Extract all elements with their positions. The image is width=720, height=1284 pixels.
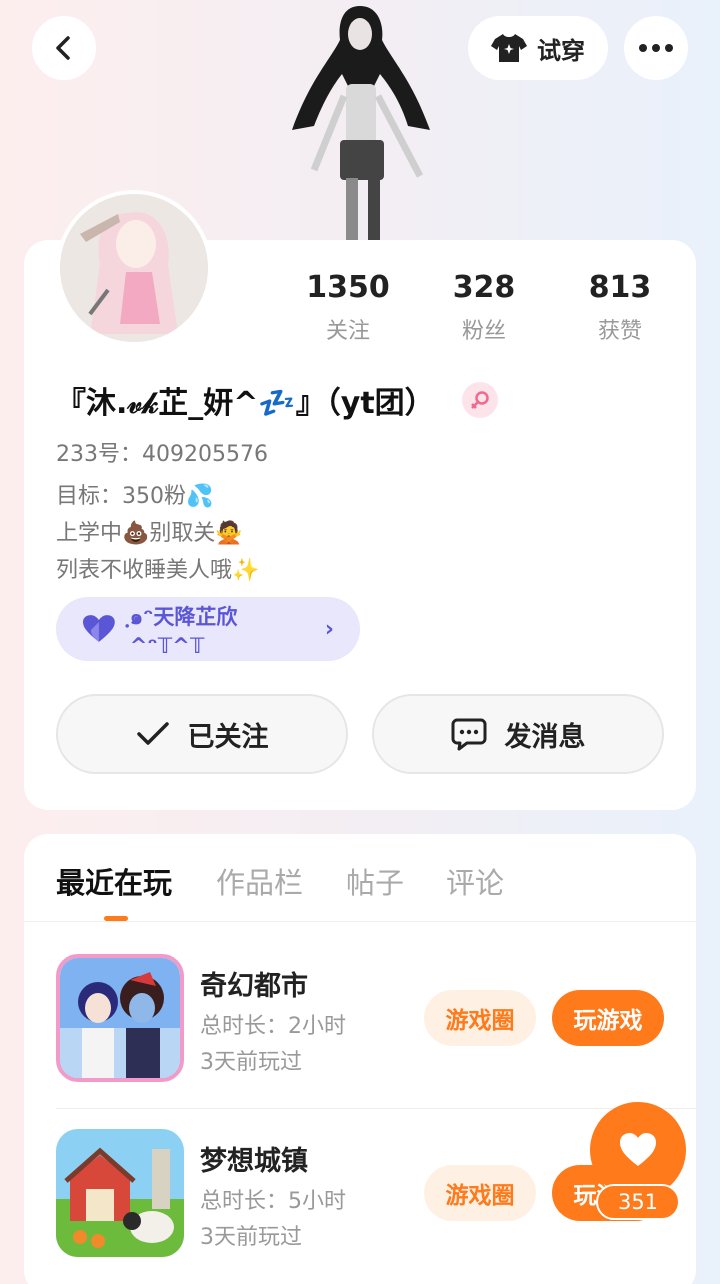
stat-following-label: 关注: [325, 319, 370, 344]
nickname: 『沐.𝓋𝓀芷_妍^💤』（yt团）: [56, 386, 435, 421]
game-icon[interactable]: [56, 1129, 184, 1257]
bio-line: 上学中💩别取关🙅: [56, 521, 243, 546]
game-duration: 总时长：2小时: [200, 1014, 346, 1039]
stat-fans-label: 粉丝: [461, 319, 506, 344]
avatar-3d-figure: [292, 6, 430, 242]
bio-line: 列表不收睡美人哦✨: [56, 558, 260, 583]
send-message-label: 发消息: [504, 721, 586, 753]
chat-bubble-icon: [451, 718, 486, 751]
back-button[interactable]: [32, 16, 96, 80]
game-icon[interactable]: [56, 954, 184, 1082]
stat-likes[interactable]: 813 获赞: [552, 270, 688, 345]
game-name: 梦想城镇: [200, 1146, 308, 1177]
shirt-icon: [491, 34, 527, 62]
stat-likes-value: 813: [588, 270, 652, 305]
stat-fans-value: 328: [452, 270, 516, 305]
send-message-button[interactable]: 发消息: [372, 694, 664, 774]
bio-line: 目标：350粉💦: [56, 484, 214, 509]
stat-following[interactable]: 1350 关注: [280, 270, 416, 345]
tab-works[interactable]: 作品栏: [216, 860, 303, 902]
game-circle-button[interactable]: 游戏圈: [424, 1165, 536, 1221]
game-last-played: 3天前玩过: [200, 1050, 302, 1075]
followed-button[interactable]: 已关注: [56, 694, 348, 774]
tab-comments[interactable]: 评论: [446, 860, 504, 902]
activity-card: 最近在玩 作品栏 帖子 评论 奇幻都市 总时长：2小时 3天前玩过 游戏圈 玩游…: [24, 834, 696, 1284]
stats-row: 1350 关注 328 粉丝 813 获赞: [280, 270, 688, 345]
stat-following-value: 1350: [306, 270, 390, 305]
stat-fans[interactable]: 328 粉丝: [416, 270, 552, 345]
tab-recently-played[interactable]: 最近在玩: [56, 860, 172, 902]
try-on-label: 试穿: [537, 36, 585, 65]
try-on-button[interactable]: 试穿: [468, 16, 608, 80]
game-name: 奇幻都市: [200, 971, 308, 1002]
like-count-badge: 351: [596, 1184, 680, 1220]
back-arrow-icon: [56, 36, 70, 60]
stat-likes-label: 获赞: [597, 319, 642, 344]
game-duration: 总时长：5小时: [200, 1189, 346, 1214]
tab-indicator: [104, 916, 128, 921]
play-game-button[interactable]: 玩游戏: [552, 990, 664, 1046]
more-button[interactable]: [624, 16, 688, 80]
game-last-played: 3天前玩过: [200, 1225, 302, 1250]
check-icon: [136, 722, 169, 745]
group-tag[interactable]: ฺ๑ᵔ天降芷欣^ᵔ𝕋^𝕋 ›: [56, 597, 360, 661]
group-tag-label: ฺ๑ᵔ天降芷欣^ᵔ𝕋^𝕋: [129, 604, 238, 658]
game-circle-button[interactable]: 游戏圈: [424, 990, 536, 1046]
more-dots-icon: [639, 44, 673, 52]
tab-bar: 最近在玩 作品栏 帖子 评论: [24, 834, 696, 922]
avatar[interactable]: [56, 190, 212, 346]
heart-icon: [620, 1133, 656, 1166]
bio: 目标：350粉💦 上学中💩别取关🙅 列表不收睡美人哦✨: [56, 478, 259, 589]
heart-badge-icon: [82, 615, 115, 642]
game-row[interactable]: 奇幻都市 总时长：2小时 3天前玩过 游戏圈 玩游戏: [24, 934, 696, 1106]
followed-label: 已关注: [187, 721, 269, 753]
chevron-right-icon: ›: [324, 616, 334, 642]
female-gender-icon: [462, 382, 498, 418]
user-id: 233号：409205576: [56, 442, 268, 467]
tab-posts[interactable]: 帖子: [346, 860, 404, 902]
avatar-image: [60, 194, 208, 342]
